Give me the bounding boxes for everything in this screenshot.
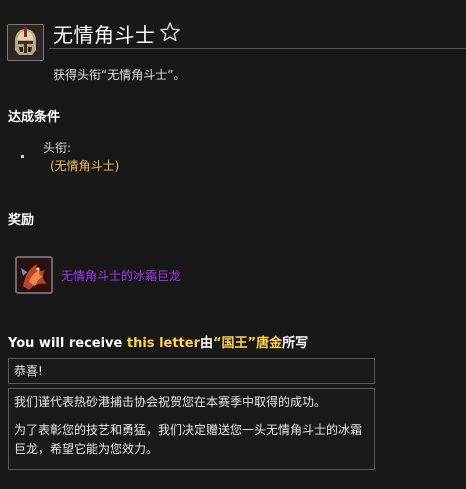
letter-heading-suffix: 所写 bbox=[282, 336, 309, 351]
header-divider bbox=[49, 48, 466, 49]
gladiator-helmet-icon bbox=[7, 24, 44, 61]
favorite-star-icon[interactable] bbox=[159, 21, 181, 43]
criteria-heading: 达成条件 bbox=[8, 110, 61, 125]
criteria-bullet bbox=[21, 155, 24, 158]
criteria-label: 头衔: bbox=[43, 141, 72, 155]
letter-heading-mid: 由 bbox=[200, 336, 214, 351]
letter-sender: “国王”唐金 bbox=[213, 336, 283, 351]
criteria-value: (无情角斗士) bbox=[50, 159, 120, 173]
achievement-description: 获得头衔“无情角斗士”。 bbox=[53, 68, 186, 82]
achievement-title: 无情角斗士 bbox=[53, 23, 156, 47]
frost-wyrm-mount-icon[interactable] bbox=[15, 256, 53, 294]
letter-body-box: 我们谨代表热砂港捕击协会祝贺您在本赛季中取得的成功。 为了表彰您的技艺和勇猛，我… bbox=[8, 388, 375, 470]
letter-heading: You will receive this letter由“国王”唐金所写 bbox=[8, 332, 308, 351]
letter-greeting: 恭喜! bbox=[14, 364, 43, 378]
reward-heading: 奖励 bbox=[8, 213, 35, 228]
letter-greeting-box: 恭喜! bbox=[8, 358, 375, 384]
letter-heading-prefix: You will receive bbox=[8, 336, 127, 351]
reward-item-link[interactable]: 无情角斗士的冰霜巨龙 bbox=[61, 267, 181, 284]
letter-link[interactable]: this letter bbox=[127, 336, 200, 351]
achievement-page: 无情角斗士 获得头衔“无情角斗士”。 达成条件 头衔: (无情角斗士) 奖励 无… bbox=[0, 0, 466, 489]
letter-paragraph: 我们谨代表热砂港捕击协会祝贺您在本赛季中取得的成功。 bbox=[14, 395, 327, 409]
letter-paragraph: 为了表彰您的技艺和勇猛，我们决定赠送您一头无情角斗士的冰霜巨龙，希望它能为您效力… bbox=[14, 423, 363, 456]
